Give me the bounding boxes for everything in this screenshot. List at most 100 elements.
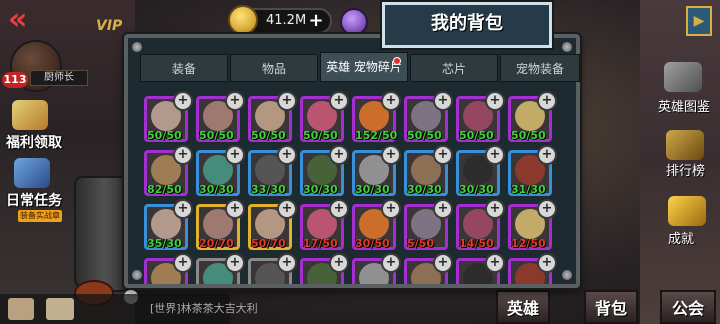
tab-guild[interactable]: 公会 (660, 290, 716, 324)
fragment-slot[interactable]: +12/50 (508, 199, 557, 250)
fragment-slot[interactable]: +50/70 (248, 199, 297, 250)
fragment-slot[interactable]: +152/50 (352, 91, 401, 142)
fragment-count: 82/50 (147, 183, 182, 196)
gem-icon[interactable] (340, 8, 368, 36)
fragment-slot[interactable]: +82/50 (144, 145, 193, 196)
puzzle-piece-icon: + (225, 145, 245, 165)
rank-label[interactable]: 排行榜 (666, 160, 705, 179)
hero-book-label[interactable]: 英雄图鉴 (658, 96, 710, 115)
player-name: 厨师长 (30, 70, 88, 86)
puzzle-piece-icon: + (537, 199, 557, 219)
fragment-slot[interactable]: +5/50 (404, 199, 453, 250)
fragment-slot[interactable]: + (352, 253, 401, 284)
fragment-count: 20/70 (199, 237, 234, 250)
fragment-count: 30/30 (355, 183, 390, 196)
chat-icon[interactable] (8, 298, 34, 320)
puzzle-piece-icon: + (225, 253, 245, 273)
fragment-slot[interactable]: + (508, 253, 557, 284)
fragment-count: 35/30 (147, 237, 182, 250)
play-arrow-icon[interactable]: ▶ (686, 6, 712, 36)
fragment-slot[interactable]: +50/50 (508, 91, 557, 142)
tab-equipment[interactable]: 装备 (140, 54, 228, 82)
fragment-slot[interactable]: +30/30 (352, 145, 401, 196)
puzzle-piece-icon: + (173, 91, 193, 111)
rank-icon[interactable] (666, 130, 704, 160)
welfare-icon[interactable] (12, 100, 48, 130)
achievement-label[interactable]: 成就 (668, 228, 694, 247)
back-icon[interactable]: « (8, 4, 48, 36)
daily-task-label[interactable]: 日常任务 (6, 190, 62, 210)
puzzle-piece-icon: + (433, 199, 453, 219)
bolt-icon (562, 42, 572, 52)
fragment-slot[interactable]: +17/50 (300, 199, 349, 250)
fragment-slot[interactable]: +30/30 (300, 145, 349, 196)
puzzle-piece-icon: + (537, 253, 557, 273)
fragment-slot[interactable]: +20/70 (196, 199, 245, 250)
mail-icon[interactable] (46, 298, 74, 320)
tab-hero-pet-fragments[interactable]: 英雄 宠物碎片 (320, 52, 408, 82)
puzzle-piece-icon: + (485, 91, 505, 111)
puzzle-piece-icon: + (173, 199, 193, 219)
puzzle-piece-icon: + (277, 91, 297, 111)
fragment-slot[interactable]: +50/50 (144, 91, 193, 142)
puzzle-piece-icon: + (537, 145, 557, 165)
fragment-slot[interactable]: +50/50 (456, 91, 505, 142)
fragment-slot[interactable]: +50/50 (300, 91, 349, 142)
fragment-slot[interactable]: + (144, 253, 193, 284)
fragment-count: 50/50 (511, 129, 546, 142)
fragment-grid: +50/50 +50/50 +50/50 +50/50 +152/50 +50/50 +50… (134, 88, 566, 284)
fragment-count: 5/50 (407, 237, 434, 250)
fragment-count: 50/50 (251, 129, 286, 142)
fragment-slot[interactable]: +33/30 (248, 145, 297, 196)
daily-task-icon[interactable] (14, 158, 50, 188)
tab-chips[interactable]: 芯片 (410, 54, 498, 82)
achievement-icon[interactable] (668, 196, 706, 226)
fragment-slot[interactable]: + (456, 253, 505, 284)
hero-book-icon[interactable] (664, 62, 702, 92)
fragment-count: 30/30 (459, 183, 494, 196)
tab-pet-equipment[interactable]: 宠物装备 (500, 54, 580, 82)
fragment-slot[interactable]: +35/30 (144, 199, 193, 250)
puzzle-piece-icon: + (173, 145, 193, 165)
inventory-tabs: 装备 物品 英雄 宠物碎片 芯片 宠物装备 (140, 52, 580, 82)
fragment-slot[interactable]: +14/50 (456, 199, 505, 250)
puzzle-piece-icon: + (433, 145, 453, 165)
puzzle-piece-icon: + (329, 199, 349, 219)
fragment-slot[interactable]: +31/30 (508, 145, 557, 196)
fragment-count: 152/50 (355, 129, 398, 142)
tab-hero[interactable]: 英雄 (496, 290, 550, 324)
puzzle-piece-icon: + (381, 253, 401, 273)
fragment-count: 30/30 (199, 183, 234, 196)
fragment-count: 12/50 (511, 237, 546, 250)
tab-bag[interactable]: 背包 (584, 290, 638, 324)
tab-hero-pet-fragments-label: 英雄 宠物碎片 (326, 60, 402, 74)
puzzle-piece-icon: + (433, 253, 453, 273)
fragment-count: 50/50 (459, 129, 494, 142)
puzzle-piece-icon: + (173, 253, 193, 273)
fragment-slot[interactable]: +50/50 (196, 91, 245, 142)
fragment-count: 50/70 (251, 237, 286, 250)
puzzle-piece-icon: + (329, 145, 349, 165)
notification-dot-icon (393, 57, 401, 65)
fragment-slot[interactable]: +30/30 (196, 145, 245, 196)
fragment-slot[interactable]: + (404, 253, 453, 284)
add-coins-icon[interactable]: + (306, 11, 326, 31)
fragment-slot[interactable]: +30/30 (404, 145, 453, 196)
fragment-count: 14/50 (459, 237, 494, 250)
fragment-slot[interactable]: +30/50 (352, 199, 401, 250)
fragment-slot[interactable]: +50/50 (404, 91, 453, 142)
fragment-slot[interactable]: + (196, 253, 245, 284)
fragment-slot[interactable]: + (248, 253, 297, 284)
fragment-slot[interactable]: +30/30 (456, 145, 505, 196)
welfare-label[interactable]: 福利领取 (6, 132, 62, 152)
puzzle-piece-icon: + (225, 91, 245, 111)
puzzle-piece-icon: + (277, 253, 297, 273)
tab-items[interactable]: 物品 (230, 54, 318, 82)
puzzle-piece-icon: + (381, 91, 401, 111)
chat-message: [世界]林茶茶大吉大利 (150, 302, 258, 315)
daily-task-sub: 装备实战章 (18, 210, 62, 222)
fragment-slot[interactable]: +50/50 (248, 91, 297, 142)
fragment-slot[interactable]: + (300, 253, 349, 284)
bolt-icon (132, 42, 142, 52)
puzzle-piece-icon: + (329, 91, 349, 111)
